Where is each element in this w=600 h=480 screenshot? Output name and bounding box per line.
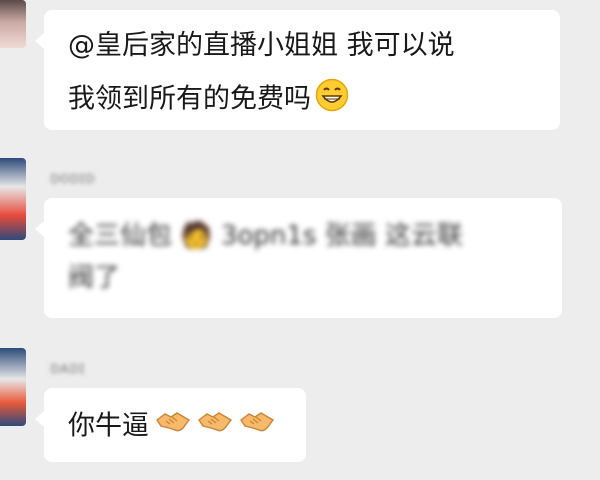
message-text: 全三仙包 🧑 3opn1s 张画 这云联	[68, 221, 463, 251]
message-text: 我领到所有的免费吗	[68, 78, 349, 122]
message-text: 阀了	[68, 263, 121, 293]
sender-name: ᴅᴏᴅɪᴅ	[50, 168, 95, 187]
message-bubble[interactable]: @皇后家的直播小姐姐 我可以说 我领到所有的免费吗	[35, 10, 560, 130]
message-bubble[interactable]: 全三仙包 🧑 3opn1s 张画 这云联 阀了	[35, 198, 562, 318]
avatar[interactable]	[0, 0, 26, 48]
message-bubble[interactable]: 你牛逼	[35, 388, 306, 462]
message-text: 你牛逼	[68, 408, 275, 446]
sender-name: ᴅᴀᴅɪ	[50, 358, 85, 377]
grinning-face-icon	[315, 78, 349, 122]
avatar[interactable]	[0, 348, 26, 426]
handshake-icon	[197, 408, 233, 446]
message-text: @皇后家的直播小姐姐 我可以说	[68, 30, 455, 61]
handshake-icon	[155, 408, 191, 446]
avatar[interactable]	[0, 158, 26, 240]
handshake-icon	[239, 408, 275, 446]
